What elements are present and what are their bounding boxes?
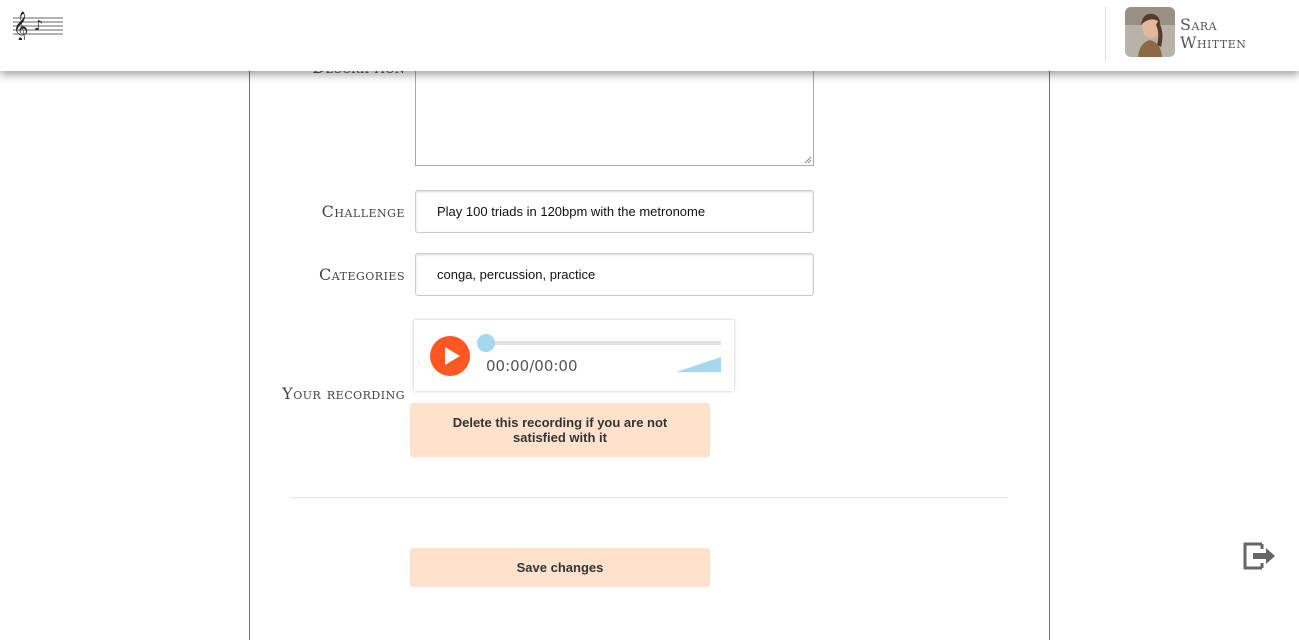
categories-label: Categories [319, 265, 405, 284]
play-icon[interactable] [430, 336, 470, 376]
svg-text:♪: ♪ [34, 18, 43, 34]
challenge-input[interactable]: Play 100 triads in 120bpm with the metro… [415, 190, 814, 233]
time-display: 00:00/00:00 [486, 357, 578, 375]
logout-icon[interactable] [1242, 538, 1276, 572]
seek-bar[interactable] [477, 334, 721, 352]
header-divider [1105, 7, 1106, 61]
svg-text:𝄞: 𝄞 [13, 11, 28, 40]
volume-level [676, 357, 721, 372]
user-name[interactable]: Sara Whitten [1180, 16, 1280, 52]
music-staff-logo-icon[interactable]: 𝄞 ♪ [12, 8, 64, 40]
audio-player: 00:00/00:00 [414, 320, 734, 391]
avatar[interactable] [1125, 7, 1175, 57]
challenge-label: Challenge [321, 202, 405, 221]
description-textarea[interactable] [415, 62, 814, 166]
delete-recording-button[interactable]: Delete this recording if you are not sat… [410, 403, 710, 457]
divider [290, 497, 1008, 498]
volume-icon[interactable] [676, 357, 721, 372]
top-header: 𝄞 ♪ Sara Whitten [0, 0, 1299, 71]
seek-handle[interactable] [477, 334, 495, 352]
categories-input[interactable]: conga, percussion, practice [415, 253, 814, 296]
save-changes-button[interactable]: Save changes [410, 548, 710, 587]
recording-label: Your recording [282, 384, 405, 403]
resize-handle-icon[interactable] [804, 156, 812, 164]
